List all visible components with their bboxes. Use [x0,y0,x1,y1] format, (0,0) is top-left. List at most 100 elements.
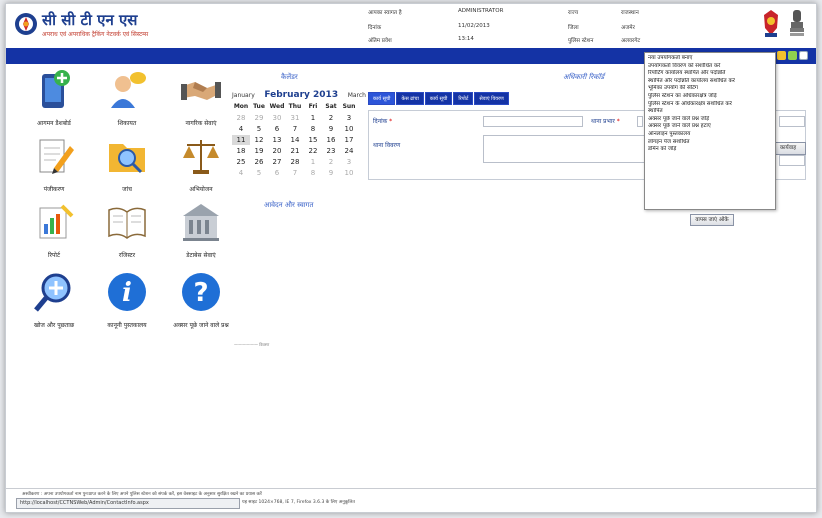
calendar-day[interactable]: 28 [232,113,250,123]
app-legal-library[interactable]: i कानूनी पुस्तकालय [90,270,164,329]
calendar-day[interactable]: 31 [286,113,304,123]
remarks-textarea[interactable] [483,135,645,163]
app-prosecution[interactable]: अभियोजन [164,134,238,193]
calendar-day[interactable]: 4 [232,124,250,134]
extra-input[interactable] [779,155,805,166]
menu-item[interactable]: पुलिस स्टेशन के अधिकारक्षेत्र संशोधित कर… [648,101,772,109]
calendar-day[interactable]: 9 [322,168,340,178]
calendar-day[interactable]: 21 [286,146,304,156]
app-register[interactable]: रजिस्टर [90,200,164,259]
record-tabs: कार्य सूची केस ढांचा कार्य सूची रिपोर्ट … [368,92,510,105]
footer-divider [6,488,816,489]
calendar-footer-link[interactable]: आवेदन और स्वागत [264,201,313,210]
calendar-day[interactable]: 7 [286,124,304,134]
calendar-day[interactable]: 2 [322,113,340,123]
menu-item[interactable]: स्थापित [648,108,772,116]
app-database-services[interactable]: डेटाबेस सेवाएं [164,200,238,259]
settings-icon[interactable] [788,51,797,60]
calendar-day[interactable]: 9 [322,124,340,134]
menu-ok-button[interactable]: वापस जाएं ओके [690,214,734,226]
calendar-day[interactable]: 4 [232,168,250,178]
handshake-icon [181,82,221,100]
calendar-day[interactable]: 6 [268,124,286,134]
menu-item[interactable]: ऑनलाइन पुस्तकालय [648,131,772,139]
weekday-header: Mon [233,103,249,110]
tab-case-structure[interactable]: केस ढांचा [396,92,424,105]
calendar-day[interactable]: 27 [268,157,286,167]
app-registration[interactable]: पंजीकरण [17,134,91,193]
calendar-day[interactable]: 26 [250,157,268,167]
calendar-day[interactable]: 1 [304,113,322,123]
calendar-day[interactable]: 19 [250,146,268,156]
phone-add-icon [42,70,70,108]
date-label: दिनांक * [373,118,393,125]
calendar-day[interactable]: 14 [286,135,304,145]
calendar-day[interactable]: 3 [340,157,358,167]
tab-task-list-2[interactable]: कार्य सूची [424,92,453,105]
calendar-day[interactable]: 5 [250,124,268,134]
menu-item[interactable]: अक्सर पूछे जाने वाले प्रश्न जोड़ें [648,116,772,124]
tab-task-list[interactable]: कार्य सूची [368,92,396,105]
calendar-day[interactable]: 29 [250,113,268,123]
calendar-day[interactable]: 1 [304,157,322,167]
calendar-day[interactable]: 12 [250,135,268,145]
user-icon[interactable] [777,51,786,60]
tab-report[interactable]: रिपोर्ट [453,92,474,105]
menu-item[interactable]: नया उपयोगकर्ता बनाएं [648,55,772,63]
info-label-station: पुलिस स्टेशन [568,38,594,44]
calendar-day[interactable]: 10 [340,124,358,134]
calendar-day[interactable]: 22 [304,146,322,156]
calendar-day[interactable]: 8 [304,168,322,178]
calendar-day[interactable]: 10 [340,168,358,178]
header: सी सी टी एन एस अपराध एवं अपराधिक ट्रैकिं… [6,4,816,48]
calendar-day[interactable]: 8 [304,124,322,134]
app-arrival-dashboard[interactable]: आगमन डैशबोर्ड [17,68,91,127]
menu-item[interactable]: रिपोर्टिंग कार्यालय स्थापित और पदोन्नति [648,70,772,78]
calendar-day[interactable]: 5 [250,168,268,178]
calendar-day[interactable]: 20 [268,146,286,156]
brand-title: सी सी टी एन एस [42,11,138,29]
calendar-day[interactable]: 11 [232,135,250,145]
scales-icon [183,140,219,174]
tab-service-details[interactable]: सेवाएं विवरण [474,92,509,105]
app-complaint[interactable]: शिकायत [90,68,164,127]
menu-item[interactable]: अक्सर पूछे जाने वाले प्रश्न हटाएं [648,123,772,131]
prev-month-link[interactable]: January [232,92,255,99]
logout-icon[interactable] [799,51,808,60]
calendar-day[interactable]: 25 [232,157,250,167]
app-citizen-services[interactable]: नागरिक सेवाएं [164,68,238,127]
calendar-day[interactable]: 16 [322,135,340,145]
calendar-day[interactable]: 7 [286,168,304,178]
menu-item[interactable]: स्थापित और पदोन्नति कार्यालय संशोधित करे… [648,78,772,86]
menu-item[interactable]: डोमेन को जोड़ें [648,146,772,154]
station-select[interactable] [637,116,643,127]
date-input[interactable] [483,116,583,127]
calendar-day[interactable]: 30 [268,113,286,123]
next-month-link[interactable]: March [348,92,366,99]
calendar-day[interactable]: 23 [322,146,340,156]
menu-item[interactable]: उपयोगकर्ता विवरण को संशोधित करें [648,63,772,71]
weekday-header: Thu [288,103,302,110]
calendar-day[interactable]: 15 [304,135,322,145]
calendar-day[interactable]: 28 [286,157,304,167]
app-investigation[interactable]: जांच [90,134,164,193]
calendar-day[interactable]: 3 [340,113,358,123]
calendar-day[interactable]: 6 [268,168,286,178]
app-label: अभियोजन [189,186,213,193]
app-search-inquiry[interactable]: खोज और पूछताछ [17,270,91,329]
calendar: January February 2013 March Mon Tue Wed Thu… [232,90,366,178]
calendar-day[interactable]: 18 [232,146,250,156]
calendar-day[interactable]: 17 [340,135,358,145]
calendar-day[interactable]: 24 [340,146,358,156]
app-reports[interactable]: रिपोर्ट [17,200,91,259]
menu-item[interactable]: पुलिस स्टेशन का अधिकारक्षेत्र जोड़ें [648,93,772,101]
app-label: रिपोर्ट [48,252,60,259]
admin-dropdown-menu: नया उपयोगकर्ता बनाएं उपयोगकर्ता विवरण को… [644,52,776,210]
station-input-right[interactable] [779,116,805,127]
app-faq[interactable]: ? अक्सर पूछे जाने वाले प्रश्न [164,270,238,329]
menu-item[interactable]: भूमिका उपयोग की सेटिंग [648,85,772,93]
menu-item[interactable]: लॉगइन पेज संशोधित [648,139,772,147]
calendar-day[interactable]: 2 [322,157,340,167]
info-value-last-login: 13:14 [458,36,474,42]
calendar-day[interactable]: 13 [268,135,286,145]
